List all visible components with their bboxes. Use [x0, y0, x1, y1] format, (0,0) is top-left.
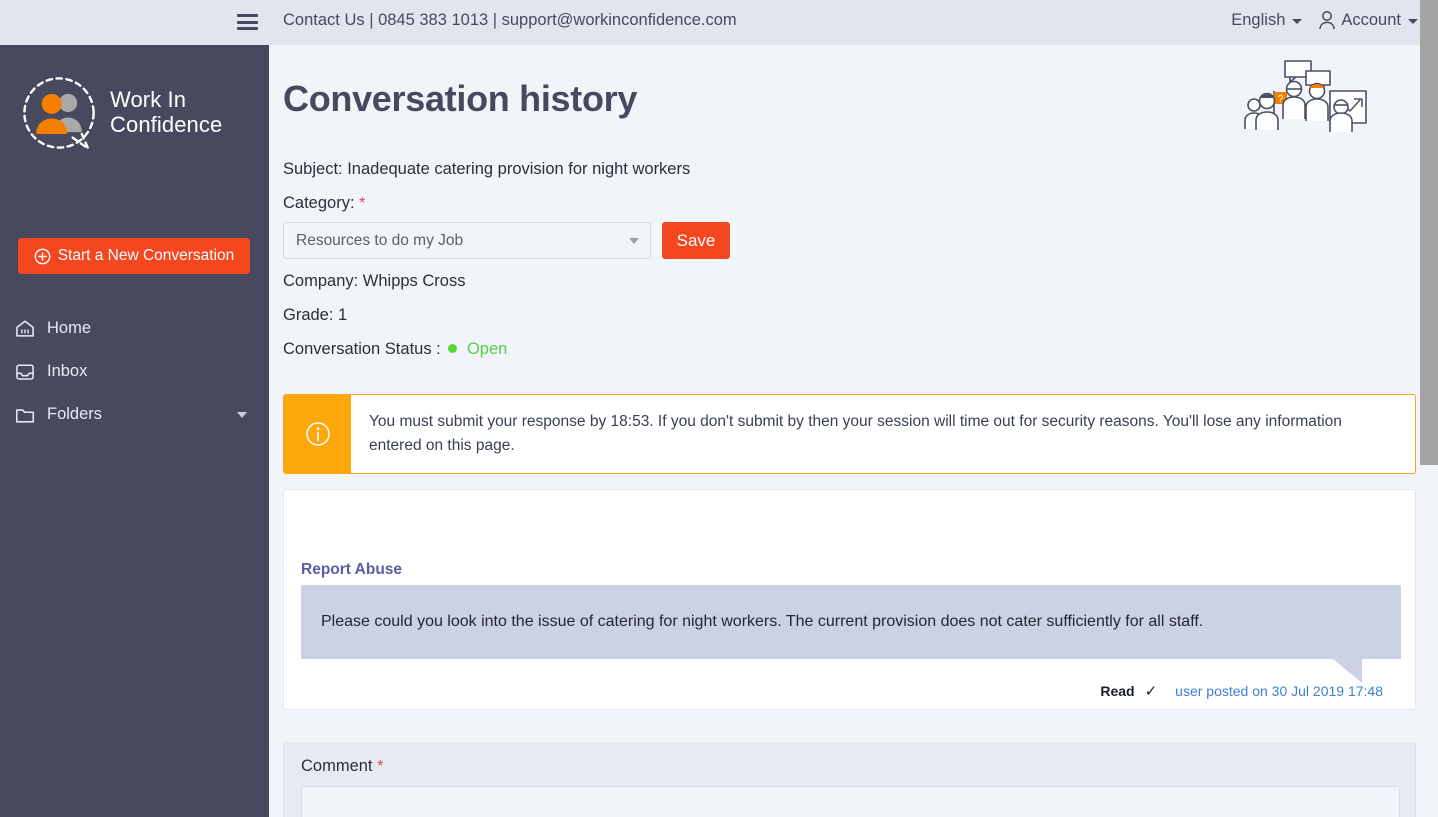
category-label: Category:	[283, 194, 355, 212]
grade-line: Grade: 1	[283, 306, 348, 324]
alert-icon-container	[284, 395, 351, 474]
required-asterisk: *	[359, 195, 366, 212]
category-label-line: Category: *	[283, 194, 365, 213]
message-bubble: Please could you look into the issue of …	[301, 585, 1401, 659]
hamburger-icon[interactable]	[237, 14, 258, 30]
start-new-conversation-button[interactable]: Start a New Conversation	[18, 238, 250, 274]
sidebar-nav: Home Inbox Folders	[0, 307, 269, 436]
company-line: Company: Whipps Cross	[283, 272, 466, 290]
session-timeout-alert: You must submit your response by 18:53. …	[283, 394, 1416, 475]
logo[interactable]: Work In Confidence	[18, 70, 258, 156]
page-title: Conversation history	[283, 78, 638, 119]
sidebar: Work In Confidence Start a New Conversat…	[0, 45, 269, 817]
logo-line-1: Work In	[110, 87, 187, 113]
language-label: English	[1231, 10, 1286, 29]
page-scrollbar-thumb[interactable]	[1420, 0, 1438, 465]
main-content: Conversation history ? Subject: Inadequa…	[269, 45, 1420, 817]
logo-line-2: Confidence	[110, 112, 223, 137]
info-circle-icon	[305, 422, 330, 446]
hamburger-bar	[237, 20, 258, 24]
status-badge: Open	[466, 340, 508, 358]
message-text: Please could you look into the issue of …	[321, 613, 1204, 630]
category-select[interactable]: Resources to do my Job	[283, 222, 651, 259]
contact-info: Contact Us | 0845 383 1013 | support@wor…	[283, 11, 737, 29]
folder-icon	[15, 408, 35, 423]
report-abuse-link[interactable]: Report Abuse	[301, 561, 402, 579]
work-in-confidence-people-icon	[23, 77, 95, 152]
read-status-label: Read	[1100, 683, 1135, 699]
comment-section: Comment *	[283, 742, 1416, 817]
hamburger-bar	[237, 14, 258, 17]
subject-line: Subject: Inadequate catering provision f…	[283, 160, 691, 178]
comment-label: Comment	[301, 757, 373, 775]
home-icon	[16, 319, 34, 337]
alert-message: You must submit your response by 18:53. …	[369, 413, 1342, 455]
chevron-down-icon	[629, 237, 639, 244]
comment-input[interactable]	[301, 786, 1400, 817]
sidebar-item-folders[interactable]: Folders	[0, 393, 269, 436]
logo-text: Work In Confidence	[110, 88, 222, 137]
category-selected-value: Resources to do my Job	[296, 231, 464, 249]
save-button[interactable]: Save	[662, 222, 730, 259]
conversation-panel: Report Abuse Please could you look into …	[283, 489, 1416, 710]
message-footer: Read ✓ user posted on 30 Jul 2019 17:48	[1100, 682, 1383, 700]
check-icon: ✓	[1144, 683, 1158, 700]
status-dot-icon	[448, 344, 458, 353]
people-meeting-illustration: ?	[1244, 60, 1367, 132]
top-bar: Contact Us | 0845 383 1013 | support@wor…	[0, 0, 1438, 45]
sidebar-item-label: Folders	[47, 405, 103, 423]
category-row: Resources to do my Job Save	[283, 222, 730, 259]
account-menu[interactable]: Account	[1318, 10, 1418, 30]
language-selector[interactable]: English	[1231, 10, 1303, 30]
conversation-status-label: Conversation Status :	[283, 340, 441, 358]
chevron-down-icon	[1408, 19, 1418, 24]
inbox-icon	[16, 363, 34, 380]
sidebar-item-label: Inbox	[47, 362, 88, 380]
page-scrollbar-track[interactable]	[1420, 0, 1438, 817]
hamburger-bar	[237, 27, 258, 30]
comment-label-line: Comment *	[301, 757, 1398, 776]
sidebar-item-home[interactable]: Home	[0, 307, 269, 350]
chevron-down-icon[interactable]	[237, 411, 247, 418]
sidebar-item-inbox[interactable]: Inbox	[0, 350, 269, 393]
posted-meta: user posted on 30 Jul 2019 17:48	[1175, 683, 1383, 699]
top-bar-right: English Account	[1231, 10, 1418, 30]
account-label: Account	[1341, 10, 1401, 29]
chevron-down-icon	[1292, 19, 1303, 24]
required-asterisk: *	[377, 758, 384, 775]
message-bubble-tail	[1333, 659, 1362, 683]
sidebar-item-label: Home	[47, 319, 92, 337]
start-new-conversation-label: Start a New Conversation	[57, 247, 235, 264]
plus-circle-icon	[34, 248, 51, 264]
user-icon	[1319, 11, 1336, 30]
conversation-status-line: Conversation Status : Open	[283, 340, 507, 359]
